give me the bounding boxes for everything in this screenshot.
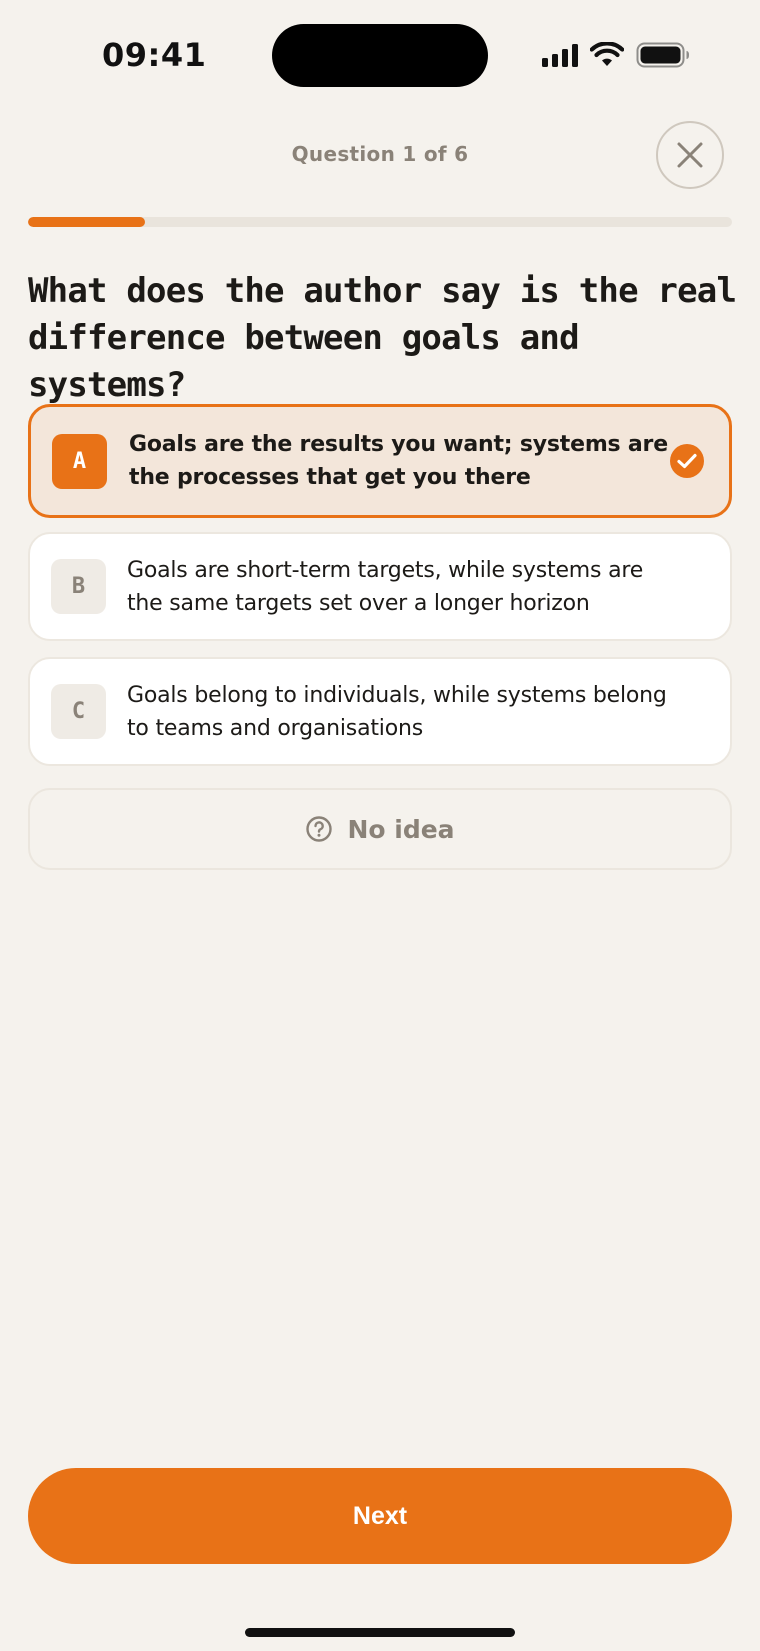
question-circle-icon xyxy=(306,816,333,842)
battery-icon xyxy=(636,42,689,68)
no-idea-button[interactable]: No idea xyxy=(28,788,732,870)
next-button[interactable]: Next xyxy=(28,1468,732,1564)
status-icons xyxy=(542,40,690,70)
question-text: What does the author say is the real dif… xyxy=(28,271,737,405)
option-letter: B xyxy=(51,559,106,614)
option-text: Goals belong to individuals, while syste… xyxy=(127,682,667,741)
wifi-icon xyxy=(590,42,624,66)
no-idea-label: No idea xyxy=(347,814,455,844)
option-text: Goals are short-term targets, while syst… xyxy=(127,557,644,616)
close-icon xyxy=(677,142,703,168)
progress-bar xyxy=(28,217,732,227)
option-c[interactable]: C Goals belong to individuals, while sys… xyxy=(28,657,732,766)
option-a[interactable]: A Goals are the results you want; system… xyxy=(28,404,732,518)
option-text: Goals are the results you want; systems … xyxy=(129,432,668,490)
quiz-screen: 09:41 Question 1 of 6 What does the auth… xyxy=(0,0,760,1651)
option-letter: C xyxy=(51,684,106,739)
signal-icon xyxy=(542,43,578,67)
option-letter: A xyxy=(52,433,107,489)
check-icon xyxy=(670,444,704,478)
question-counter: Question 1 of 6 xyxy=(291,142,469,166)
next-label: Next xyxy=(352,1501,408,1530)
status-time: 09:41 xyxy=(102,36,207,74)
dynamic-island xyxy=(272,24,488,87)
progress-fill xyxy=(28,217,146,227)
home-indicator xyxy=(245,1628,515,1637)
option-b[interactable]: B Goals are short-term targets, while sy… xyxy=(28,532,732,641)
close-button[interactable] xyxy=(656,121,724,189)
